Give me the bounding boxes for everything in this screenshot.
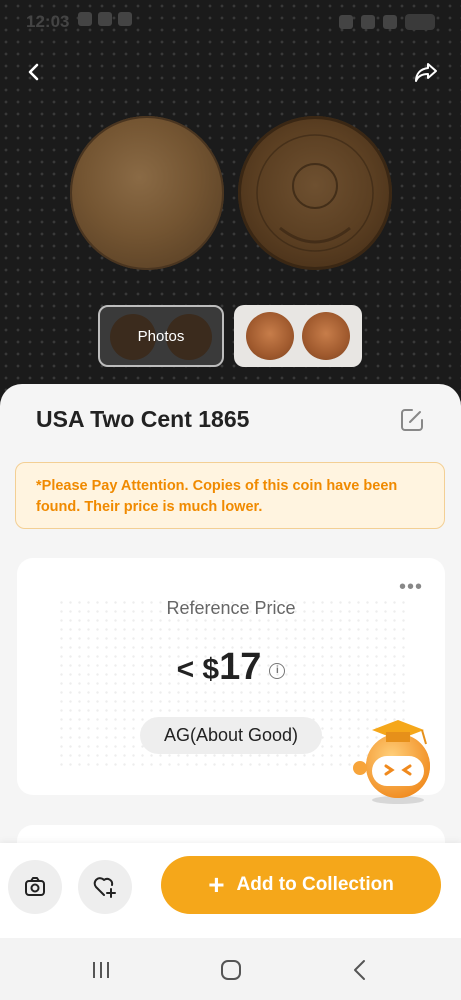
share-icon (415, 63, 437, 82)
price-prefix: < $ (176, 653, 220, 686)
edit-icon (401, 409, 423, 431)
system-navigation-bar (0, 938, 461, 1000)
notification-icon (118, 12, 132, 26)
price-amount: 17 (219, 646, 262, 688)
coin-title: USA Two Cent 1865 (36, 406, 250, 432)
plus-icon: + (208, 869, 225, 900)
camera-icon (25, 877, 45, 896)
back-button[interactable] (14, 52, 54, 92)
status-time: 12:03 (26, 12, 70, 31)
status-system-icons (339, 14, 435, 30)
thumbnail-coin (302, 312, 350, 360)
favorite-button[interactable] (78, 860, 132, 914)
assistant-mascot-button[interactable] (352, 718, 444, 804)
mascot-icon (353, 720, 430, 804)
share-button[interactable] (406, 52, 446, 92)
coin-obverse-image[interactable] (70, 116, 224, 270)
status-bar: 12:03 (0, 0, 461, 44)
recent-apps-button[interactable] (86, 956, 116, 984)
signal-icon (383, 15, 397, 29)
location-icon (339, 15, 353, 29)
wifi-icon (361, 15, 375, 29)
coin-reverse-image[interactable] (238, 116, 392, 270)
back-arrow-icon (354, 960, 365, 980)
thumbnail-photos-label: Photos (137, 327, 185, 345)
heart-plus-icon (93, 877, 116, 898)
thumbnail-reference-coins[interactable] (234, 305, 362, 367)
chevron-left-icon (28, 63, 39, 81)
system-back-button[interactable] (345, 956, 375, 984)
reference-price-label: Reference Price (166, 598, 296, 618)
status-notification-icons (78, 12, 132, 26)
battery-icon (405, 14, 435, 30)
add-to-collection-button[interactable]: + Add to Collection (161, 856, 441, 914)
more-options-button[interactable]: ••• (399, 576, 423, 599)
counterfeit-notice: *Please Pay Attention. Copies of this co… (15, 462, 445, 529)
info-icon[interactable]: i (269, 662, 286, 679)
grade-badge[interactable]: AG(About Good) (140, 717, 322, 754)
reference-price-value: < $17 i (17, 646, 445, 689)
notification-icon (78, 12, 92, 26)
thumbnail-photos[interactable]: Photos (98, 305, 224, 367)
recent-apps-icon (93, 962, 109, 978)
notification-icon (98, 12, 112, 26)
add-to-collection-label: Add to Collection (236, 874, 394, 895)
home-icon (221, 960, 241, 980)
home-button[interactable] (216, 956, 246, 984)
coin-reverse-detail (256, 134, 374, 252)
thumbnail-coin (246, 312, 294, 360)
edit-button[interactable] (398, 406, 426, 434)
camera-button[interactable] (8, 860, 62, 914)
